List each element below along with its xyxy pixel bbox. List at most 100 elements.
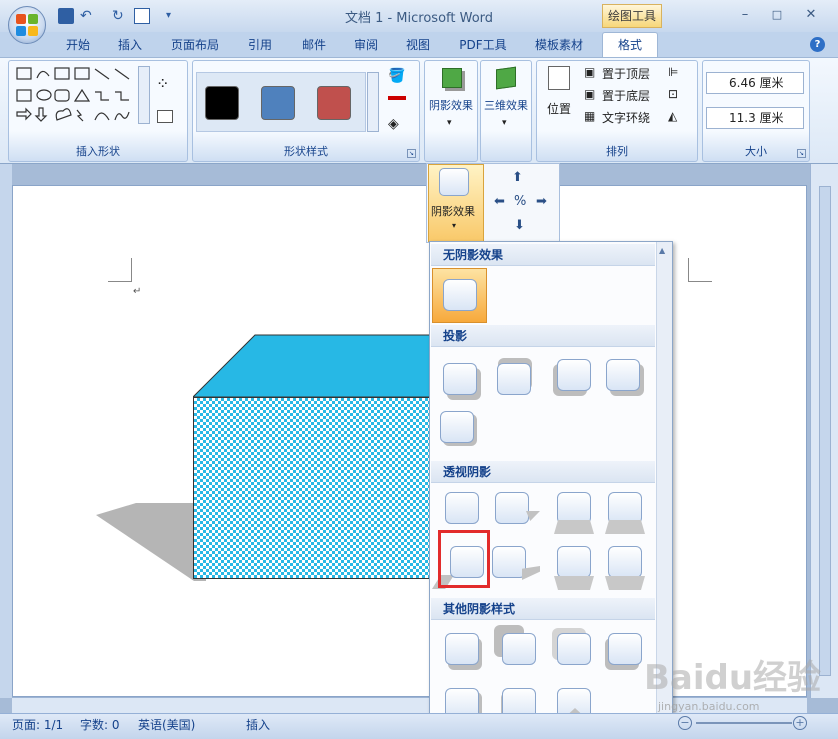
minimize-button[interactable]: –: [734, 6, 756, 24]
tab-home[interactable]: 开始: [58, 34, 98, 58]
group-label: 形状样式: [284, 145, 328, 158]
shape-shadow: [96, 503, 206, 581]
perspective-shadow-option[interactable]: [608, 546, 642, 578]
nudge-down-icon[interactable]: ⬇: [514, 218, 525, 233]
tile-shadow: [605, 576, 645, 590]
vertical-scrollbar[interactable]: [810, 164, 838, 698]
scroll-up-icon[interactable]: ▲: [659, 246, 665, 255]
perspective-shadow-option[interactable]: [445, 492, 479, 524]
zoom-out-icon[interactable]: −: [678, 716, 692, 730]
tab-templates[interactable]: 模板素材: [528, 34, 590, 58]
scroll-thumb[interactable]: [819, 186, 831, 676]
height-input[interactable]: 6.46 厘米: [706, 72, 804, 94]
toggle-shadow-icon[interactable]: %: [514, 194, 526, 209]
style-swatch-red[interactable]: [317, 86, 351, 120]
drawing-tools-label: 绘图工具: [602, 4, 662, 28]
group-objects-icon[interactable]: ⊡: [668, 87, 678, 101]
perspective-shadow-option[interactable]: [557, 546, 591, 578]
zoom-slider[interactable]: [696, 722, 792, 724]
cube-top-face[interactable]: [193, 334, 453, 398]
perspective-shadow-option[interactable]: [557, 492, 591, 524]
send-back-icon[interactable]: ▣: [584, 87, 595, 101]
fill-color-icon[interactable]: 🪣: [388, 68, 405, 84]
send-back-button[interactable]: 置于底层: [602, 87, 650, 104]
align-icon[interactable]: ⊫: [668, 65, 678, 79]
tab-view[interactable]: 视图: [398, 34, 438, 58]
nudge-up-icon[interactable]: ⬆: [512, 170, 523, 185]
tile-shadow: [554, 520, 594, 534]
shapes-scroll[interactable]: [138, 66, 150, 124]
drop-shadow-option[interactable]: [440, 411, 474, 443]
status-page[interactable]: 页面: 1/1: [12, 716, 63, 733]
other-shadow-option[interactable]: [557, 633, 591, 665]
style-swatch-blue[interactable]: [261, 86, 295, 120]
change-shape-icon[interactable]: ◈: [388, 116, 399, 132]
status-insert-mode[interactable]: 插入: [246, 716, 270, 733]
text-box-icon[interactable]: [157, 110, 173, 123]
section-perspective-shadow: 透视阴影: [431, 461, 655, 483]
help-icon[interactable]: ?: [810, 37, 825, 52]
perspective-shadow-option-selected[interactable]: [450, 546, 484, 578]
chevron-down-icon: ▾: [502, 118, 507, 128]
other-shadow-option[interactable]: [608, 633, 642, 665]
nudge-right-icon[interactable]: ➡: [536, 194, 547, 209]
group-label: 插入形状: [76, 145, 120, 158]
drop-shadow-option[interactable]: [557, 359, 591, 391]
tab-format[interactable]: 格式: [602, 32, 658, 58]
rotate-icon[interactable]: ◭: [668, 109, 677, 123]
maximize-button[interactable]: □: [766, 6, 788, 24]
text-wrap-icon[interactable]: ▦: [584, 109, 595, 123]
tile-shadow: [605, 520, 645, 534]
dialog-launcher-icon[interactable]: ↘: [797, 149, 806, 158]
close-button[interactable]: ✕: [800, 6, 822, 24]
position-button[interactable]: 位置: [547, 100, 571, 117]
vertical-ruler: [0, 164, 12, 698]
chevron-down-icon: ▾: [447, 118, 452, 128]
group-label: 排列: [606, 145, 628, 158]
3d-effects-icon[interactable]: [496, 66, 516, 90]
shapes-gallery[interactable]: [15, 66, 135, 128]
baidu-watermark: Baidu经验: [644, 658, 822, 698]
office-logo-icon: [16, 14, 38, 36]
perspective-shadow-option[interactable]: [495, 492, 529, 524]
shadow-effects-popup-label: 阴影效果: [431, 205, 475, 218]
section-no-shadow: 无阴影效果: [431, 244, 655, 266]
shadow-effects-icon[interactable]: [442, 68, 462, 88]
perspective-shadow-option[interactable]: [608, 492, 642, 524]
group-label: 大小: [745, 145, 767, 158]
tab-review[interactable]: 审阅: [346, 34, 386, 58]
bring-front-icon[interactable]: ▣: [584, 65, 595, 79]
drop-shadow-option[interactable]: [443, 363, 477, 395]
drop-shadow-option[interactable]: [497, 363, 531, 395]
section-drop-shadow: 投影: [431, 325, 655, 347]
status-words[interactable]: 字数: 0: [80, 716, 120, 733]
style-gallery-scroll[interactable]: [367, 72, 379, 132]
tab-pdf-tools[interactable]: PDF工具: [452, 34, 514, 58]
office-button[interactable]: [8, 6, 46, 44]
shadow-effects-label[interactable]: 阴影效果: [425, 97, 477, 113]
tab-mailings[interactable]: 邮件: [294, 34, 334, 58]
tab-references[interactable]: 引用: [240, 34, 280, 58]
other-shadow-option[interactable]: [502, 633, 536, 665]
nudge-left-icon[interactable]: ⬅: [494, 194, 505, 209]
bring-front-button[interactable]: 置于顶层: [602, 65, 650, 82]
tab-page-layout[interactable]: 页面布局: [164, 34, 226, 58]
workspace-background: [0, 164, 838, 185]
width-input[interactable]: 11.3 厘米: [706, 107, 804, 129]
text-wrap-button[interactable]: 文字环绕: [602, 109, 650, 126]
position-icon[interactable]: [548, 66, 570, 90]
tab-insert[interactable]: 插入: [110, 34, 150, 58]
edit-points-icon[interactable]: ⁘: [156, 74, 169, 93]
perspective-shadow-option[interactable]: [492, 546, 526, 578]
3d-effects-label[interactable]: 三维效果: [481, 97, 531, 113]
status-bar: [0, 713, 838, 739]
chevron-down-icon: ▾: [452, 221, 457, 230]
drop-shadow-option[interactable]: [606, 359, 640, 391]
status-language[interactable]: 英语(美国): [138, 716, 195, 733]
other-shadow-option[interactable]: [445, 633, 479, 665]
dialog-launcher-icon[interactable]: ↘: [407, 149, 416, 158]
style-swatch-black[interactable]: [205, 86, 239, 120]
cube-front-face[interactable]: [193, 397, 443, 579]
line-color-icon[interactable]: [388, 96, 406, 100]
zoom-in-icon[interactable]: +: [793, 716, 807, 730]
